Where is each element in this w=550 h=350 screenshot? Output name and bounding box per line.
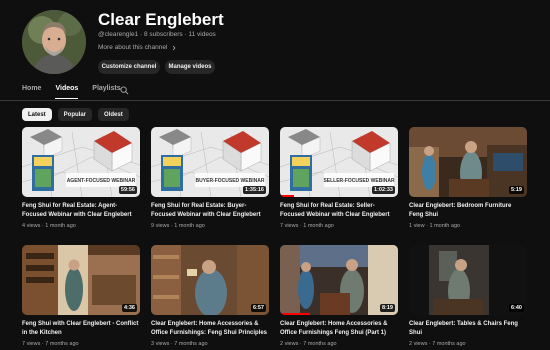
video-stats: 9 views · 1 month ago — [151, 223, 205, 229]
video-title[interactable]: Clear Englebert: Tables & Chairs Feng Sh… — [409, 320, 527, 338]
tab-playlists[interactable]: Playlists — [92, 85, 120, 99]
meta-separator: · — [184, 31, 187, 38]
view-count: 9 views — [151, 223, 170, 229]
channel-avatar[interactable] — [22, 10, 86, 74]
video-stats: 2 views · 7 months ago — [280, 341, 337, 347]
chip-latest[interactable]: Latest — [22, 108, 52, 121]
video-card[interactable]: 4:36 Feng Shui with Clear Englebert - Co… — [22, 245, 140, 350]
video-card[interactable]: 6:40 Clear Englebert: Tables & Chairs Fe… — [409, 245, 527, 350]
view-count: 7 views — [22, 341, 41, 347]
video-stats: 7 views · 7 months ago — [22, 341, 79, 347]
video-duration: 6:40 — [508, 304, 524, 312]
video-stats: 1 view · 1 month ago — [409, 223, 461, 229]
video-thumbnail[interactable]: SELLER-FOCUSED WEBINAR 1:02:33 — [280, 127, 398, 197]
video-stats: 3 views · 7 months ago — [151, 341, 208, 347]
video-stats: 4 views · 1 month ago — [22, 223, 76, 229]
channel-tabs: Home Videos Playlists — [22, 85, 135, 99]
video-title[interactable]: Feng Shui for Real Estate: Buyer-Focused… — [151, 202, 269, 220]
view-count: 4 views — [22, 223, 41, 229]
video-thumbnail[interactable]: 8:19 — [280, 245, 398, 315]
video-duration: 5:19 — [508, 186, 524, 194]
video-title[interactable]: Feng Shui for Real Estate: Seller-Focuse… — [280, 202, 398, 220]
video-count: 11 videos — [188, 31, 216, 38]
upload-age: 7 months ago — [174, 341, 208, 347]
video-duration: 59:56 — [118, 186, 137, 194]
view-count: 2 views — [280, 341, 299, 347]
video-title[interactable]: Feng Shui for Real Estate: Agent-Focused… — [22, 202, 140, 220]
channel-meta: @clearengle1 · 8 subscribers · 11 videos — [98, 31, 216, 38]
video-card[interactable]: SELLER-FOCUSED WEBINAR 1:02:33 Feng Shui … — [280, 127, 398, 237]
tab-home[interactable]: Home — [22, 85, 41, 99]
upload-age: 1 month ago — [45, 223, 76, 229]
video-thumbnail[interactable]: 6:57 — [151, 245, 269, 315]
video-thumbnail[interactable]: 4:36 — [22, 245, 140, 315]
video-title[interactable]: Feng Shui with Clear Englebert - Conflic… — [22, 320, 140, 338]
video-thumbnail[interactable]: 5:19 — [409, 127, 527, 197]
tabs-divider — [0, 100, 550, 101]
more-about-label: More about this channel — [98, 44, 168, 51]
svg-text:AGENT-FOCUSED WEBINAR: AGENT-FOCUSED WEBINAR — [67, 178, 136, 184]
view-count: 7 views — [280, 223, 299, 229]
svg-text:BUYER-FOCUSED WEBINAR: BUYER-FOCUSED WEBINAR — [196, 178, 265, 184]
video-card[interactable]: BUYER-FOCUSED WEBINAR 1:35:16 Feng Shui f… — [151, 127, 269, 237]
view-count: 1 view — [409, 223, 425, 229]
video-thumbnail[interactable]: BUYER-FOCUSED WEBINAR 1:35:16 — [151, 127, 269, 197]
upload-age: 1 month ago — [429, 223, 461, 229]
subscriber-count: 8 subscribers — [144, 31, 183, 38]
video-stats: 2 views · 7 months ago — [409, 341, 466, 347]
video-card[interactable]: 6:57 Clear Englebert: Home Accessories &… — [151, 245, 269, 350]
chip-popular[interactable]: Popular — [57, 108, 93, 121]
more-about-channel-link[interactable]: More about this channel — [98, 44, 177, 51]
customize-channel-button[interactable]: Customize channel — [98, 60, 160, 74]
search-icon[interactable] — [120, 86, 129, 95]
channel-handle: @clearengle1 — [98, 31, 139, 38]
watch-progress-bar — [280, 195, 295, 197]
video-card[interactable]: 8:19 Clear Englebert: Home Accessories &… — [280, 245, 398, 350]
video-duration: 1:02:33 — [372, 186, 395, 194]
sort-chips: Latest Popular Oldest — [22, 108, 129, 121]
view-count: 3 views — [151, 341, 170, 347]
video-duration: 8:19 — [379, 304, 395, 312]
video-duration: 1:35:16 — [243, 186, 266, 194]
video-title[interactable]: Clear Englebert: Home Accessories & Offi… — [151, 320, 269, 338]
watch-progress-bar — [280, 313, 310, 315]
meta-separator: · — [140, 31, 143, 38]
video-duration: 6:57 — [250, 304, 266, 312]
video-card[interactable]: AGENT-FOCUSED WEBINAR 59:56 Feng Shui for… — [22, 127, 140, 237]
manage-videos-button[interactable]: Manage videos — [165, 60, 215, 74]
video-card[interactable]: 5:19 Clear Englebert: Bedroom Furniture … — [409, 127, 527, 237]
video-grid: AGENT-FOCUSED WEBINAR 59:56 Feng Shui for… — [22, 127, 527, 350]
chip-oldest[interactable]: Oldest — [98, 108, 129, 121]
upload-age: 7 months ago — [45, 341, 79, 347]
channel-name: Clear Englebert — [98, 10, 224, 29]
video-duration: 4:36 — [121, 304, 137, 312]
chevron-right-icon — [173, 45, 176, 50]
upload-age: 7 months ago — [303, 341, 337, 347]
upload-age: 7 months ago — [432, 341, 466, 347]
video-thumbnail[interactable]: AGENT-FOCUSED WEBINAR 59:56 — [22, 127, 140, 197]
video-title[interactable]: Clear Englebert: Bedroom Furniture Feng … — [409, 202, 527, 220]
tab-videos[interactable]: Videos — [55, 85, 79, 99]
view-count: 2 views — [409, 341, 428, 347]
upload-age: 1 month ago — [303, 223, 334, 229]
video-thumbnail[interactable]: 6:40 — [409, 245, 527, 315]
svg-text:SELLER-FOCUSED WEBINAR: SELLER-FOCUSED WEBINAR — [323, 178, 395, 184]
upload-age: 1 month ago — [174, 223, 205, 229]
video-title[interactable]: Clear Englebert: Home Accessories & Offi… — [280, 320, 398, 338]
video-stats: 7 views · 1 month ago — [280, 223, 334, 229]
